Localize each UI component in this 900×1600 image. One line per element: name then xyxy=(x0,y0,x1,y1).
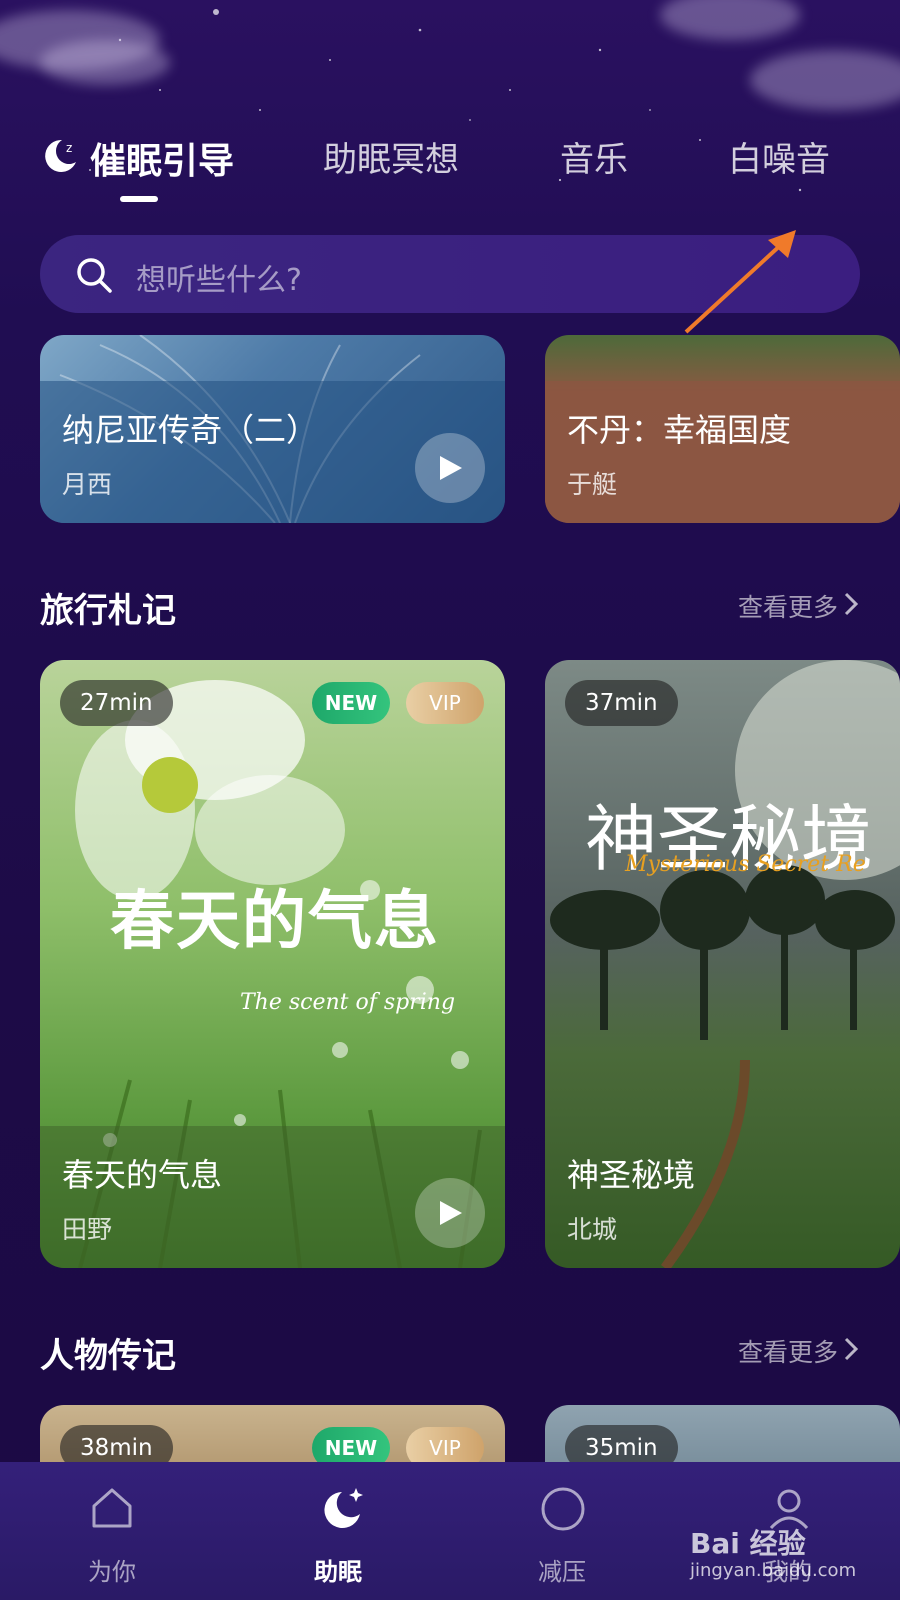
nav-relax[interactable]: 减压 xyxy=(492,1462,632,1600)
card-overlay xyxy=(545,381,900,523)
story-card[interactable]: 春天的气息 The scent of spring 27min NEW VIP … xyxy=(40,660,505,1268)
card-title: 神圣秘境 xyxy=(567,1156,696,1194)
cloud-decoration xyxy=(40,40,170,85)
tab-music[interactable]: 音乐 xyxy=(560,132,628,181)
card-author: 月西 xyxy=(62,470,113,499)
view-more-link[interactable]: 查看更多 xyxy=(738,588,838,624)
tab-hypnosis-guide[interactable]: 催眠引导 xyxy=(90,132,234,184)
card-title: 纳尼亚传奇（二） xyxy=(62,411,319,449)
watermark-logo: Bai 经验 xyxy=(690,1527,806,1560)
nav-for-you[interactable]: 为你 xyxy=(42,1462,182,1600)
home-icon xyxy=(92,1488,132,1528)
search-icon xyxy=(77,258,112,293)
cover-subtitle: The scent of spring xyxy=(240,990,456,1015)
tab-white-noise[interactable]: 白噪音 xyxy=(728,132,830,181)
moon-icon: z xyxy=(45,139,76,172)
cover-subtitle: Mysterious Secret Re xyxy=(625,852,866,877)
card-author: 田野 xyxy=(62,1215,113,1244)
vip-badge: VIP xyxy=(406,682,484,724)
svg-text:z: z xyxy=(66,141,72,155)
view-more-link[interactable]: 查看更多 xyxy=(738,1333,838,1369)
nav-sleep[interactable]: 助眠 xyxy=(268,1462,408,1600)
tab-sleep-meditation[interactable]: 助眠冥想 xyxy=(323,132,459,181)
play-icon xyxy=(440,456,462,480)
section-title: 人物传记 xyxy=(40,1336,176,1376)
active-tab-indicator xyxy=(120,196,158,202)
new-badge: NEW xyxy=(312,682,390,724)
play-icon xyxy=(440,1201,462,1225)
arrow-annotation-icon xyxy=(684,230,796,334)
nav-label: 减压 xyxy=(538,1558,586,1586)
play-button[interactable] xyxy=(415,433,485,503)
duration-badge: 27min xyxy=(60,680,173,726)
story-card[interactable]: 神圣秘境 Mysterious Secret Re 37min 神圣秘境 北城 xyxy=(545,660,900,1268)
card-title: 春天的气息 xyxy=(62,1156,223,1194)
section-title: 旅行札记 xyxy=(40,591,176,631)
story-card[interactable]: 纳尼亚传奇（二） 月西 xyxy=(40,335,505,523)
nav-label: 为你 xyxy=(88,1558,136,1586)
circle-icon xyxy=(541,1487,585,1531)
category-tabs: z 催眠引导 助眠冥想 音乐 白噪音 xyxy=(40,132,860,212)
story-card[interactable]: 不丹：幸福国度 于艇 xyxy=(545,335,900,523)
play-button[interactable] xyxy=(415,1178,485,1248)
chevron-right-icon[interactable] xyxy=(842,1336,860,1362)
search-input[interactable]: 想听些什么? xyxy=(136,255,302,299)
duration-badge: 37min xyxy=(565,680,678,726)
card-title: 不丹：幸福国度 xyxy=(567,411,792,449)
cover-title: 春天的气息 xyxy=(110,884,440,959)
watermark-url: jingyan.baidu.com xyxy=(690,1560,857,1581)
card-author: 北城 xyxy=(567,1215,618,1244)
moon-icon xyxy=(324,1488,363,1528)
card-author: 于艇 xyxy=(567,470,618,499)
chevron-right-icon[interactable] xyxy=(842,591,860,617)
nav-label: 助眠 xyxy=(314,1558,362,1586)
